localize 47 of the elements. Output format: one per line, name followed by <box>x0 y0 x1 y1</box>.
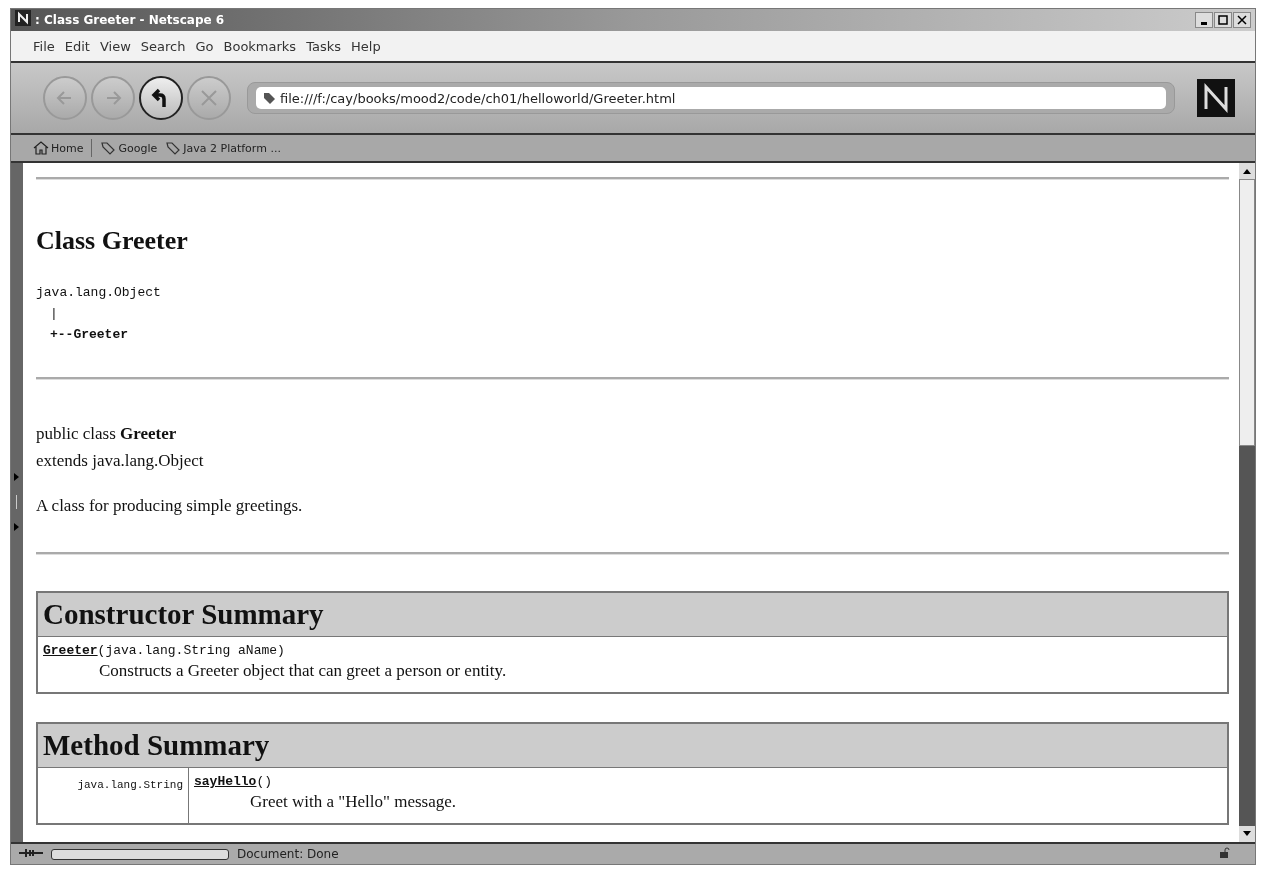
scrollbar[interactable] <box>1239 163 1255 842</box>
home-icon <box>33 141 49 155</box>
class-declaration: public class Greeter <box>36 423 178 445</box>
bookmark-link[interactable]: Java 2 Platform ... <box>165 141 281 155</box>
tag-icon <box>262 91 276 105</box>
up-arrow-icon[interactable] <box>1242 167 1252 175</box>
method-link[interactable]: sayHello <box>194 774 257 789</box>
maximize-icon <box>1218 15 1228 25</box>
page-heading: Class Greeter <box>36 226 189 256</box>
close-icon <box>1237 15 1247 25</box>
grip-icon <box>14 472 20 533</box>
reload-button[interactable] <box>139 76 183 120</box>
code-text: | <box>49 305 59 323</box>
table-heading: Method Summary <box>37 723 1228 768</box>
menu-item[interactable]: Go <box>195 38 214 54</box>
tag-icon <box>100 141 117 155</box>
address-field[interactable]: file:///f:/cay/books/mood2/code/ch01/helloworld/Greeter.html <box>256 87 1166 109</box>
menu-item[interactable]: Help <box>351 38 381 54</box>
bookmark-link[interactable]: Google <box>100 141 158 155</box>
parameter-text: () <box>256 774 273 789</box>
window-title: : Class Greeter - Netscape 6 <box>35 13 225 27</box>
menu-item[interactable]: Edit <box>64 38 90 54</box>
status-text: Document: Done <box>237 847 339 861</box>
menu-item[interactable]: Search <box>140 38 186 54</box>
code-text: +--Greeter <box>49 326 129 344</box>
minimize-button[interactable] <box>1195 12 1213 28</box>
down-arrow-icon[interactable] <box>1242 830 1252 838</box>
constructor-link[interactable]: Greeter <box>43 643 98 658</box>
close-button[interactable] <box>1233 12 1251 28</box>
minimize-icon <box>1201 21 1207 25</box>
code-text: java.lang.Object <box>36 284 162 302</box>
description-text: Constructs a Greeter object that can greet a person or entity. <box>98 660 508 682</box>
sidebar-grip[interactable] <box>11 163 23 842</box>
tag-icon <box>165 141 182 155</box>
menu-item[interactable]: Tasks <box>306 38 341 54</box>
description-text: A class for producing simple greetings. <box>36 496 304 516</box>
logo-icon <box>1197 79 1235 117</box>
description-text: Greet with a "Hello" message. <box>249 791 457 813</box>
menu-item[interactable]: View <box>99 38 131 54</box>
return-type: java.lang.String <box>77 779 183 791</box>
table-heading: Constructor Summary <box>37 592 1228 637</box>
class-declaration: extends java.lang.Object <box>36 450 205 472</box>
home-button[interactable]: Home <box>33 141 84 155</box>
parameter-text: (java.lang.String aName) <box>97 643 285 658</box>
maximize-button[interactable] <box>1214 12 1232 28</box>
menu-item[interactable]: File <box>33 38 55 54</box>
menu-item[interactable]: Bookmarks <box>223 38 297 54</box>
